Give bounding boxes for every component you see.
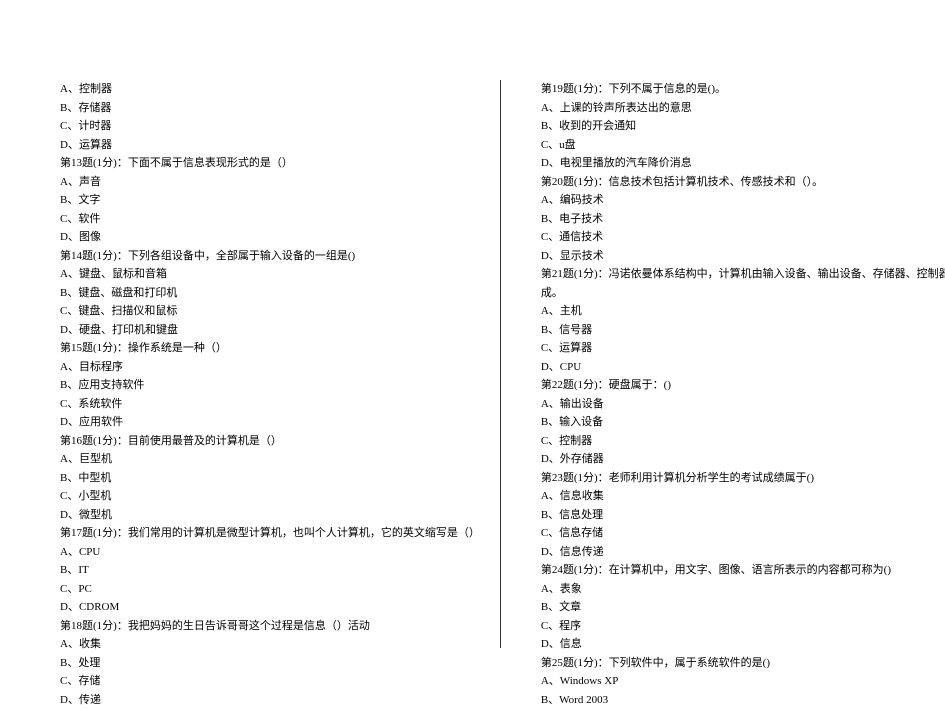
text-line: B、Word 2003 (541, 691, 945, 709)
text-line: D、电视里播放的汽车降价消息 (541, 154, 945, 173)
text-line: C、计时器 (60, 117, 480, 136)
text-line: C、程序 (541, 617, 945, 636)
text-line: C、信息存储 (541, 524, 945, 543)
right-column: 第19题(1分)：下列不属于信息的是()。A、上课的铃声所表达出的意思B、收到的… (501, 80, 945, 648)
text-line: C、运算器 (541, 339, 945, 358)
text-line: 第24题(1分)：在计算机中，用文字、图像、语言所表示的内容都可称为() (541, 561, 945, 580)
text-line: 第19题(1分)：下列不属于信息的是()。 (541, 80, 945, 99)
text-line: 第13题(1分)：下面不属于信息表现形式的是（） (60, 154, 480, 173)
text-line: A、收集 (60, 635, 480, 654)
text-line: C、存储 (60, 672, 480, 691)
text-line: C、键盘、扫描仪和鼠标 (60, 302, 480, 321)
text-line: 第15题(1分)：操作系统是一种（） (60, 339, 480, 358)
text-line: D、CDROM (60, 598, 480, 617)
text-line: A、上课的铃声所表达出的意思 (541, 99, 945, 118)
text-line: 第25题(1分)：下列软件中，属于系统软件的是() (541, 654, 945, 673)
text-line: B、文字 (60, 191, 480, 210)
text-line: D、应用软件 (60, 413, 480, 432)
text-line: 第23题(1分)：老师利用计算机分析学生的考试成绩属于() (541, 469, 945, 488)
text-line: 第22题(1分)：硬盘属于：() (541, 376, 945, 395)
text-line: B、键盘、磁盘和打印机 (60, 284, 480, 303)
text-line: A、Windows XP (541, 672, 945, 691)
text-line: A、表象 (541, 580, 945, 599)
text-line: B、中型机 (60, 469, 480, 488)
text-line: D、微型机 (60, 506, 480, 525)
text-line: C、系统软件 (60, 395, 480, 414)
document-page: A、控制器B、存储器C、计时器D、运算器第13题(1分)：下面不属于信息表现形式… (0, 0, 945, 668)
text-line: B、处理 (60, 654, 480, 673)
text-line: 第16题(1分)：目前使用最普及的计算机是（） (60, 432, 480, 451)
text-line: D、运算器 (60, 136, 480, 155)
text-line: B、输入设备 (541, 413, 945, 432)
text-line: 成。 (541, 284, 945, 303)
text-line: 第14题(1分)：下列各组设备中，全部属于输入设备的一组是() (60, 247, 480, 266)
text-line: A、键盘、鼠标和音箱 (60, 265, 480, 284)
text-line: D、硬盘、打印机和键盘 (60, 321, 480, 340)
text-line: D、图像 (60, 228, 480, 247)
text-line: B、存储器 (60, 99, 480, 118)
text-line: B、文章 (541, 598, 945, 617)
text-line: A、信息收集 (541, 487, 945, 506)
text-line: D、信息传递 (541, 543, 945, 562)
text-line: A、CPU (60, 543, 480, 562)
text-line: 第21题(1分)：冯诺依曼体系结构中，计算机由输入设备、输出设备、存储器、控制器… (541, 265, 945, 284)
text-line: A、目标程序 (60, 358, 480, 377)
text-line: C、小型机 (60, 487, 480, 506)
text-line: C、u盘 (541, 136, 945, 155)
text-line: B、收到的开会通知 (541, 117, 945, 136)
text-line: B、信号器 (541, 321, 945, 340)
text-line: 第18题(1分)：我把妈妈的生日告诉哥哥这个过程是信息（）活动 (60, 617, 480, 636)
text-line: A、巨型机 (60, 450, 480, 469)
text-line: D、信息 (541, 635, 945, 654)
text-line: D、显示技术 (541, 247, 945, 266)
text-line: B、IT (60, 561, 480, 580)
text-line: B、电子技术 (541, 210, 945, 229)
text-line: D、传递 (60, 691, 480, 709)
text-line: C、通信技术 (541, 228, 945, 247)
text-line: C、控制器 (541, 432, 945, 451)
text-line: A、声音 (60, 173, 480, 192)
text-line: A、输出设备 (541, 395, 945, 414)
text-line: D、CPU (541, 358, 945, 377)
text-line: B、信息处理 (541, 506, 945, 525)
text-line: D、外存储器 (541, 450, 945, 469)
text-line: A、主机 (541, 302, 945, 321)
text-line: C、软件 (60, 210, 480, 229)
text-line: 第17题(1分)：我们常用的计算机是微型计算机，也叫个人计算机，它的英文缩写是（… (60, 524, 480, 543)
left-column: A、控制器B、存储器C、计时器D、运算器第13题(1分)：下面不属于信息表现形式… (60, 80, 501, 648)
text-line: A、编码技术 (541, 191, 945, 210)
text-line: B、应用支持软件 (60, 376, 480, 395)
text-line: A、控制器 (60, 80, 480, 99)
text-line: C、PC (60, 580, 480, 599)
text-line: 第20题(1分)：信息技术包括计算机技术、传感技术和（）。 (541, 173, 945, 192)
